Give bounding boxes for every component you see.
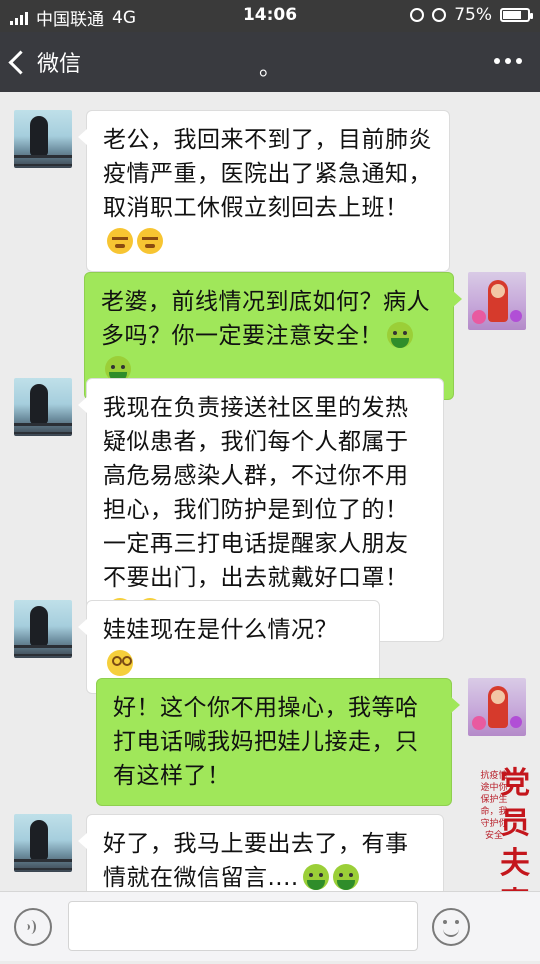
emoji-picker-icon[interactable] [432, 908, 470, 946]
message-text: 娃娃现在是什么情况？ [103, 617, 338, 643]
status-bar: 中国联通 4G 14:06 75% [0, 0, 540, 32]
dizzy-emoji-icon [107, 650, 133, 676]
contact-avatar[interactable] [14, 814, 72, 872]
chat-title: 。 [258, 56, 281, 81]
message-text: 老公，我回来不到了，目前肺炎疫情严重，医院出了紧急通知，取消职工休假立刻回去上班… [103, 127, 432, 221]
message-bubble[interactable]: 老公，我回来不到了，目前肺炎疫情严重，医院出了紧急通知，取消职工休假立刻回去上班… [78, 110, 450, 272]
my-avatar[interactable] [468, 272, 526, 330]
angry-emoji-icon [137, 228, 163, 254]
message-text: 我现在负责接送社区里的发热疑似患者，我们每个人都属于高危易感染人群，不过你不用担… [103, 395, 409, 591]
more-dot-icon [494, 58, 500, 64]
angry-emoji-icon [107, 228, 133, 254]
input-bar [0, 891, 540, 961]
more-dot-icon [516, 58, 522, 64]
green-face-emoji-icon [332, 864, 359, 890]
lock-rotation-icon [410, 8, 425, 22]
battery-percent: 75% [454, 5, 492, 25]
alarm-icon [432, 8, 447, 22]
contact-avatar[interactable] [14, 378, 72, 436]
message-bubble[interactable]: 好！这个你不用操心，我等哈打电话喊我妈把娃儿接走，只有这样了！ [96, 678, 460, 806]
voice-input-icon[interactable] [14, 908, 52, 946]
chat-area[interactable]: 老公，我回来不到了，目前肺炎疫情严重，医院出了紧急通知，取消职工休假立刻回去上班… [0, 92, 540, 908]
message-input[interactable] [68, 901, 418, 951]
battery-fill [503, 11, 521, 19]
message-text: 老婆，前线情况到底如何？病人多吗？你一定要注意安全！ [101, 289, 430, 349]
nav-bar: 微信 。 [0, 32, 540, 92]
status-right: 75% [410, 5, 533, 25]
message-text: 好了，我马上要出去了，有事情就在微信留言.... [103, 831, 409, 891]
green-face-emoji-icon [302, 864, 329, 890]
contact-avatar[interactable] [14, 110, 72, 168]
more-button[interactable] [494, 58, 522, 64]
more-dot-icon [505, 58, 511, 64]
contact-avatar[interactable] [14, 600, 72, 658]
message-text: 好！这个你不用操心，我等哈打电话喊我妈把娃儿接走，只有这样了！ [113, 695, 419, 789]
my-avatar[interactable] [468, 678, 526, 736]
battery-icon [500, 8, 533, 22]
green-face-emoji-icon [387, 322, 413, 348]
